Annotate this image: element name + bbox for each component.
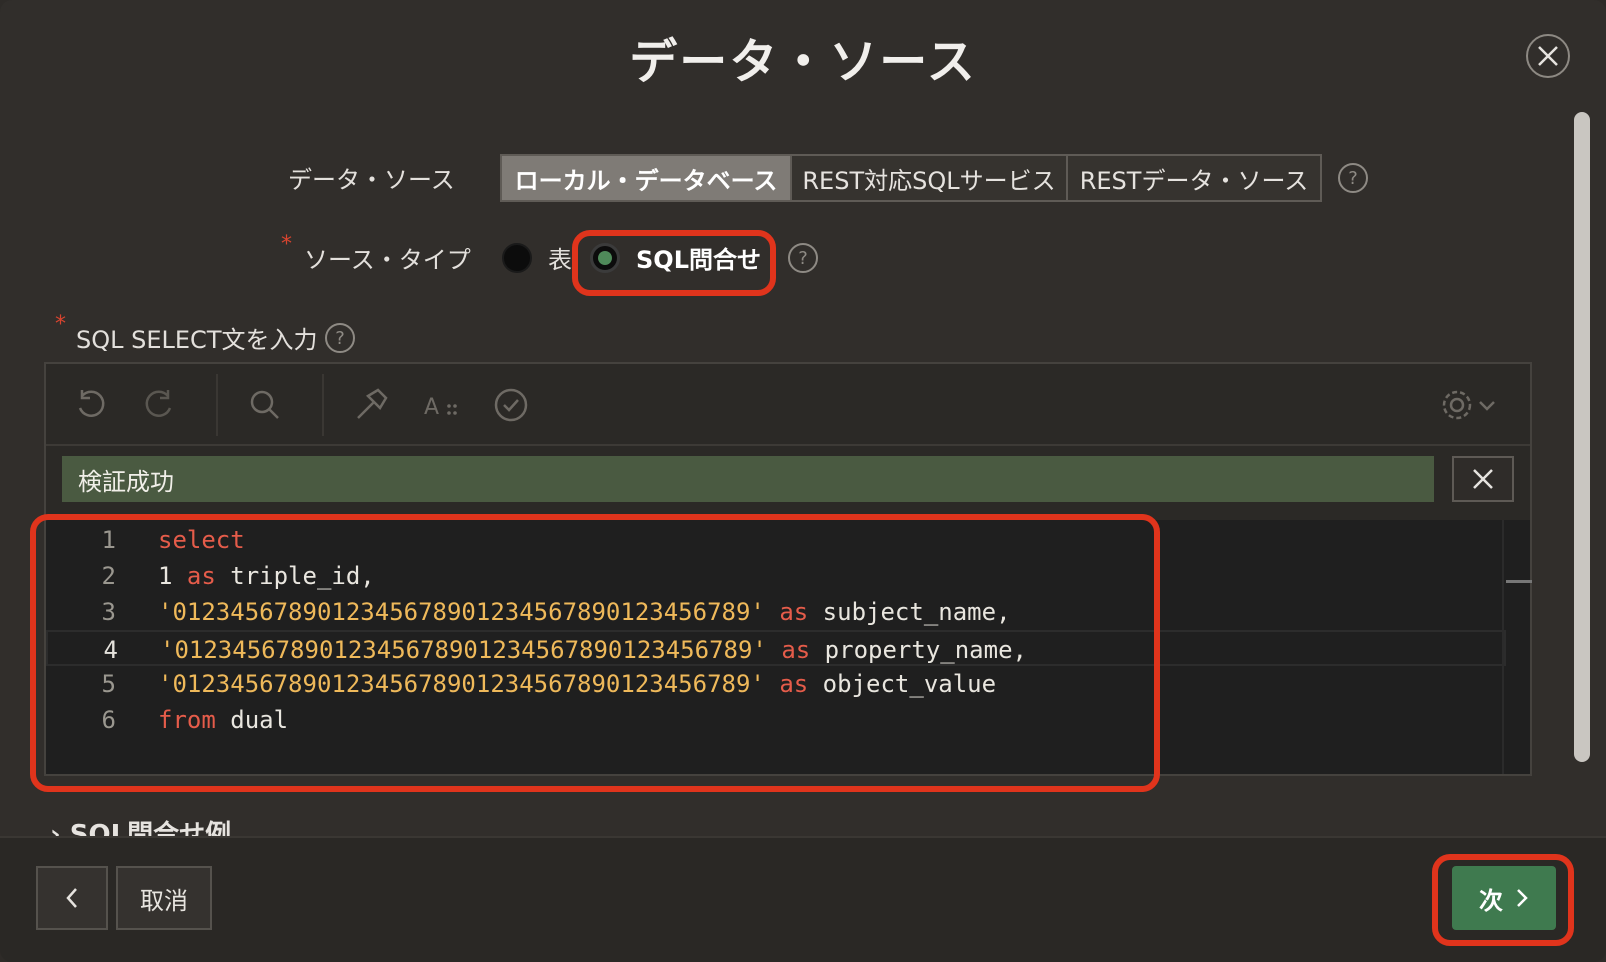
editor-minimap-divider <box>1502 520 1504 774</box>
validation-success-message: 検証成功 <box>62 456 1434 502</box>
data-source-help-icon[interactable]: ? <box>1338 163 1368 193</box>
toolbar-divider <box>216 374 218 436</box>
text-format-icon[interactable]: A <box>422 386 460 424</box>
radio-table-label[interactable]: 表 <box>548 240 572 275</box>
close-icon <box>1538 46 1558 66</box>
source-type-label: ソース・タイプ <box>304 246 471 274</box>
gear-icon[interactable] <box>1440 386 1504 424</box>
data-source-option-rest[interactable]: RESTデータ・ソース <box>1066 154 1322 202</box>
sql-query-highlight <box>572 230 776 296</box>
dismiss-message-button[interactable] <box>1452 456 1514 502</box>
undo-icon[interactable] <box>72 386 110 424</box>
source-type-help-icon[interactable]: ? <box>788 243 818 273</box>
validate-icon[interactable] <box>492 386 530 424</box>
toolbar-divider <box>322 374 324 436</box>
sql-input-help-icon[interactable]: ? <box>325 323 355 353</box>
sql-input-label: SQL SELECT文を入力 <box>76 326 318 354</box>
data-source-option-local[interactable]: ローカル・データベース <box>500 154 792 202</box>
dialog: データ・ソース データ・ソース ローカル・データベース REST対応SQLサービ… <box>0 0 1606 962</box>
close-icon <box>1473 469 1493 489</box>
chevron-down-icon <box>1479 401 1495 411</box>
validation-area: 検証成功 <box>46 446 1530 520</box>
code-highlight <box>30 514 1160 792</box>
required-indicator: * <box>281 232 292 257</box>
radio-table[interactable] <box>502 243 532 273</box>
data-source-option-rest-sql[interactable]: REST対応SQLサービス <box>790 154 1068 202</box>
cancel-button[interactable]: 取消 <box>116 866 212 930</box>
dialog-footer <box>0 836 1606 962</box>
search-icon[interactable] <box>246 386 284 424</box>
svg-text:A: A <box>424 395 439 420</box>
editor-scroll-marker[interactable] <box>1506 580 1532 583</box>
hammer-icon[interactable] <box>352 386 390 424</box>
required-indicator: * <box>55 312 66 337</box>
next-button-highlight <box>1432 854 1574 946</box>
close-button[interactable] <box>1526 34 1570 78</box>
back-button[interactable] <box>36 866 108 930</box>
dialog-title: データ・ソース <box>629 34 977 90</box>
data-source-label: データ・ソース <box>288 166 455 194</box>
editor-toolbar: A <box>46 364 1530 446</box>
chevron-left-icon <box>66 888 77 908</box>
dialog-scrollbar[interactable] <box>1574 112 1590 762</box>
sql-examples-toggle[interactable]: › SQL問合せ例 <box>50 818 231 838</box>
redo-icon[interactable] <box>140 386 178 424</box>
